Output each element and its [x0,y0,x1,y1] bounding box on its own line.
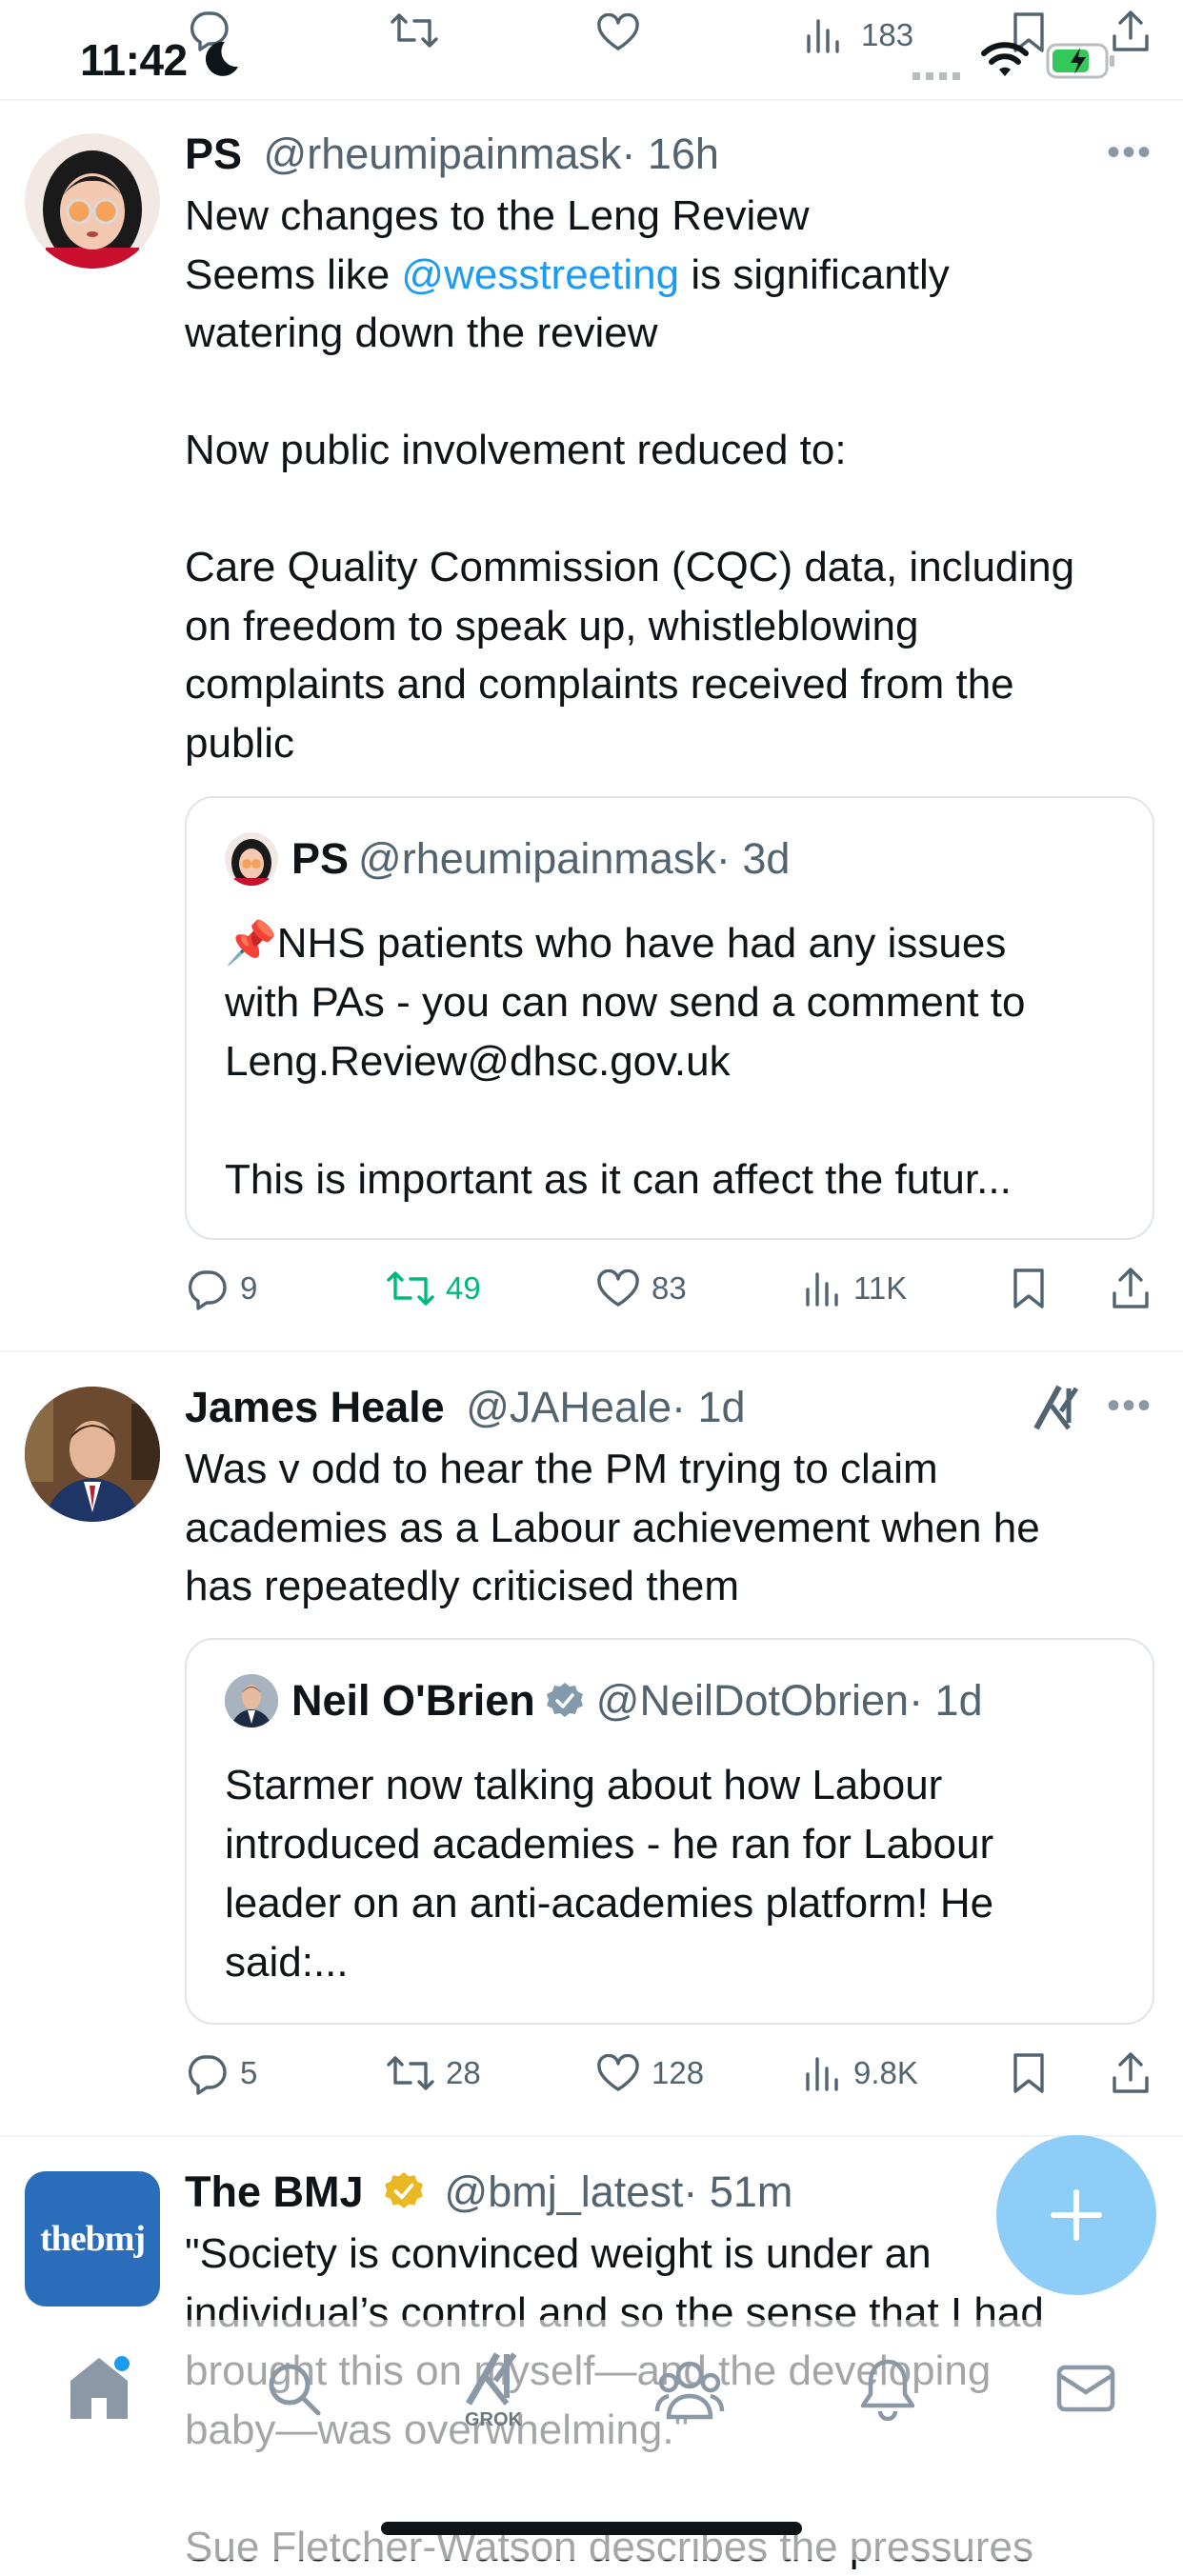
quote-text: 📌NHS patients who have had any issues wi… [225,920,1026,1203]
like-icon [597,2054,639,2091]
grok-icon[interactable] [1033,1383,1082,1432]
display-name[interactable]: PS [185,130,242,178]
timestamp[interactable]: · 1d [672,1383,746,1431]
display-name: PS [291,834,350,883]
compose-button[interactable] [996,2135,1156,2295]
handle: @rheumipainmask [358,834,716,883]
avatar[interactable]: thebmj [25,2171,160,2306]
verified-icon [546,1683,583,1717]
compose-icon [1051,2189,1102,2241]
views-button[interactable]: 9.8K [804,2040,918,2107]
share-icon [1113,1268,1149,1308]
avatar[interactable] [25,133,160,269]
share-button[interactable] [1111,1255,1151,1322]
grok-icon [465,2352,517,2406]
mention-link[interactable]: @wesstreeting [401,251,679,298]
timestamp: · 3d [715,834,791,883]
notifications-icon[interactable] [857,2356,918,2421]
reply-icon [188,2055,227,2095]
like-icon [597,1269,639,1307]
share-icon [1113,2052,1149,2093]
tweet-actions: 9 49 83 11K [185,1255,1156,1322]
quote-text: Starmer now talking about how Labour int… [225,1762,994,1986]
battery-icon [1046,43,1114,79]
repost-icon[interactable] [391,11,438,50]
repost-button[interactable]: 49 [387,1255,481,1322]
grok-label: GROK [465,2409,522,2430]
views-icon[interactable] [805,17,843,53]
tweet-text-part: is significantly watering down the revie… [185,250,1075,767]
grok-nav-button[interactable]: GROK [455,2348,531,2434]
reply-count: 5 [240,2055,258,2090]
home-icon[interactable] [67,2354,131,2421]
avatar-logo-text: thebmj [39,2219,146,2259]
divider [0,99,1183,101]
tweet-text: Was v odd to hear the PM trying to claim… [185,1446,1040,1609]
reply-button[interactable]: 5 [185,2040,257,2107]
more-icon[interactable]: ••• [1107,1385,1153,1428]
views-count: 183 [861,17,914,52]
tweet-header: PS @rheumipainmask· 16h [185,130,719,179]
quote-header: Neil O'Brien @NeilDotObrien · 1d [225,1674,983,1727]
views-icon [806,1272,838,1307]
status-bar: 183 11:42 [0,0,1183,99]
avatar [225,832,278,886]
reply-count: 9 [240,1270,258,1306]
quoted-tweet[interactable]: PS @rheumipainmask · 3d 📌NHS patients who… [185,796,1154,1240]
repost-button[interactable]: 28 [387,2040,481,2107]
handle[interactable]: @rheumipainmask [264,130,622,178]
display-name[interactable]: The BMJ [185,2167,364,2216]
bookmark-button[interactable] [1012,1255,1046,1322]
tweet-text: New changes to the Leng Review Seems lik… [185,187,1156,772]
like-count: 128 [652,2055,705,2090]
views-button[interactable]: 11K [804,1255,907,1322]
handle: @NeilDotObrien [595,1676,910,1725]
reply-icon [188,1270,227,1310]
divider [0,1350,1183,1352]
tweet-header: James Heale @JAHeale· 1d [185,1383,746,1432]
repost-icon [387,1271,434,1306]
repost-count: 49 [446,1270,481,1306]
timestamp[interactable]: · 16h [621,130,719,178]
more-icon[interactable]: ••• [1107,131,1153,174]
tweet-actions: 5 28 128 9.8K [185,2040,1156,2107]
home-indicator [381,2522,802,2535]
views-icon [806,2057,838,2091]
repost-icon [387,2056,434,2090]
search-icon[interactable] [265,2360,324,2419]
handle[interactable]: @bmj_latest [445,2167,684,2216]
like-button[interactable]: 128 [596,2040,704,2107]
display-name: Neil O'Brien [291,1676,535,1725]
bookmark-icon [1013,1268,1044,1308]
repost-count: 28 [446,2055,481,2090]
timestamp: · 1d [909,1676,983,1725]
like-button[interactable]: 83 [596,1255,687,1322]
share-button[interactable] [1111,2040,1151,2107]
bookmark-icon [1013,2053,1044,2093]
display-name[interactable]: James Heale [185,1383,445,1431]
communities-icon[interactable] [653,2358,726,2421]
share-icon[interactable] [1111,10,1151,53]
views-count: 9.8K [853,2055,918,2090]
bookmark-button[interactable] [1012,2040,1046,2107]
like-count: 83 [652,1270,687,1306]
clock: 11:42 [80,35,188,85]
timestamp[interactable]: · 51m [683,2167,792,2216]
views-count: 11K [853,1270,908,1306]
moon-icon [205,41,238,76]
wifi-icon [981,42,1029,76]
quote-header: PS @rheumipainmask · 3d [225,832,790,886]
quoted-tweet[interactable]: Neil O'Brien @NeilDotObrien · 1d Starmer … [185,1638,1154,2025]
avatar [225,1674,278,1727]
tweet-header: The BMJ @bmj_latest· 51m [185,2167,792,2217]
reply-button[interactable]: 9 [185,1255,257,1322]
avatar[interactable] [25,1387,160,1522]
handle[interactable]: @JAHeale [466,1383,672,1431]
messages-icon[interactable] [1055,2362,1116,2415]
verified-icon [385,2172,423,2208]
signal-dots [912,72,964,80]
like-icon[interactable] [596,13,640,51]
